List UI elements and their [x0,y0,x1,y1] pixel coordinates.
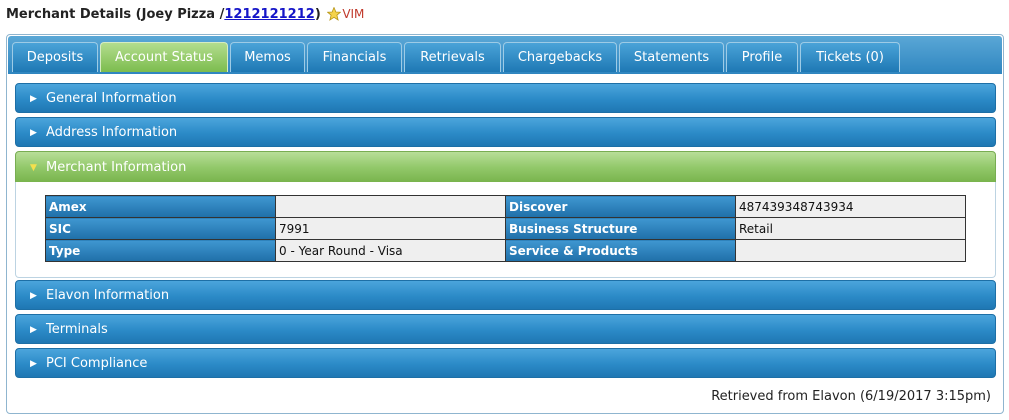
type-label: Type [45,239,276,262]
business-structure-value: Retail [735,217,966,240]
service-products-label: Service & Products [505,239,736,262]
business-structure-label: Business Structure [505,217,736,240]
table-row: SIC 7991 Business Structure Retail [45,217,966,240]
service-products-value [735,239,966,262]
section-pci-compliance[interactable]: ▶ PCI Compliance [15,348,996,378]
section-label: Merchant Information [46,160,187,175]
title-prefix: Merchant Details (Joey Pizza / [6,7,225,22]
merchant-information-body: Amex Discover 487439348743934 SIC 7991 B… [15,182,996,278]
collapsed-arrow-icon: ▶ [30,359,37,369]
retrieved-timestamp: Retrieved from Elavon (6/19/2017 3:15pm) [711,389,991,404]
section-label: Address Information [46,125,178,140]
section-label: Terminals [46,322,108,337]
section-elavon-information[interactable]: ▶ Elavon Information [15,280,996,310]
tab-strip: Deposits Account Status Memos Financials… [8,36,1002,74]
section-address-information[interactable]: ▶ Address Information [15,117,996,147]
collapsed-arrow-icon: ▶ [30,94,37,104]
section-merchant-information[interactable]: ▼ Merchant Information [15,151,996,183]
discover-value: 487439348743934 [735,195,966,218]
sic-value: 7991 [275,217,506,240]
page-title: Merchant Details (Joey Pizza /1212121212… [6,4,364,24]
discover-label: Discover [505,195,736,218]
tab-tickets[interactable]: Tickets (0) [800,42,900,72]
star-icon [326,6,342,28]
section-general-information[interactable]: ▶ General Information [15,83,996,113]
tab-statements[interactable]: Statements [619,42,724,72]
title-suffix: ) [314,7,321,22]
tab-chargebacks[interactable]: Chargebacks [503,42,617,72]
tab-profile[interactable]: Profile [726,42,798,72]
section-label: General Information [46,91,177,106]
table-row: Amex Discover 487439348743934 [45,195,966,218]
sic-label: SIC [45,217,276,240]
merchant-details-frame: Deposits Account Status Memos Financials… [6,34,1004,414]
tab-deposits[interactable]: Deposits [12,42,98,72]
table-row: Type 0 - Year Round - Visa Service & Pro… [45,239,966,262]
tab-retrievals[interactable]: Retrievals [404,42,501,72]
vim-badge: VIM [342,7,365,21]
merchant-id-link[interactable]: 1212121212 [224,7,314,22]
expanded-arrow-icon: ▼ [30,163,37,173]
tab-account-status[interactable]: Account Status [100,42,228,72]
section-label: Elavon Information [46,288,170,303]
collapsed-arrow-icon: ▶ [30,325,37,335]
collapsed-arrow-icon: ▶ [30,128,37,138]
tab-memos[interactable]: Memos [230,42,305,72]
merchant-info-table: Amex Discover 487439348743934 SIC 7991 B… [45,195,966,262]
amex-label: Amex [45,195,276,218]
amex-value [275,195,506,218]
type-value: 0 - Year Round - Visa [275,239,506,262]
section-label: PCI Compliance [46,356,148,371]
tab-financials[interactable]: Financials [307,42,402,72]
section-terminals[interactable]: ▶ Terminals [15,314,996,344]
collapsed-arrow-icon: ▶ [30,291,37,301]
